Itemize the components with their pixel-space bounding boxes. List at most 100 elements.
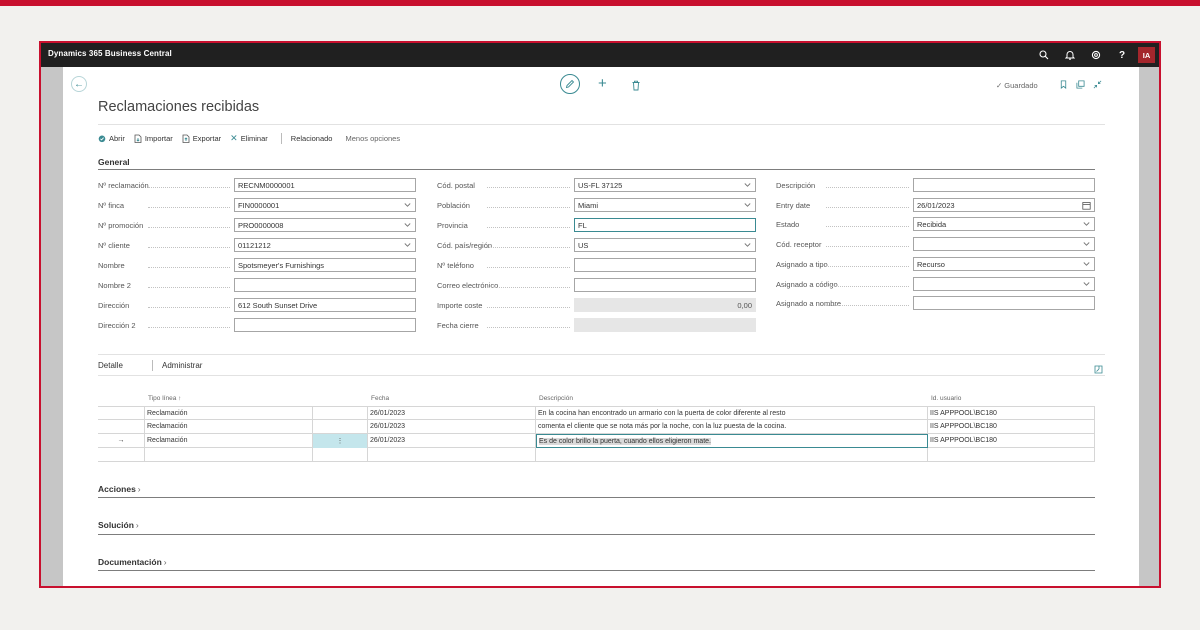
row-marker-text: → xyxy=(117,437,125,444)
field-input[interactable] xyxy=(913,237,1095,252)
field-input[interactable]: FIN0000001 xyxy=(234,198,416,212)
chevron-down-icon[interactable] xyxy=(1083,241,1090,247)
field-input[interactable]: 01121212 xyxy=(234,238,416,252)
cell-description[interactable]: Es de color brillo la puerta, cuando ell… xyxy=(536,434,928,448)
bookmark-icon[interactable] xyxy=(1058,79,1068,89)
fasttab-actions[interactable]: Acciones › xyxy=(98,484,141,494)
cell-user[interactable] xyxy=(928,448,1095,462)
import-button[interactable]: Importar xyxy=(134,134,173,143)
table-row[interactable]: → Reclamación ⋮ 26/01/2023 Es de color brill… xyxy=(98,434,1095,448)
column-header-type[interactable]: Tipo línea ↑ xyxy=(148,395,181,402)
chevron-down-icon[interactable] xyxy=(1083,261,1090,267)
cell-type[interactable]: Reclamación xyxy=(145,407,313,421)
column-header-user[interactable]: Id. usuario xyxy=(931,395,961,402)
avatar[interactable]: IA xyxy=(1138,47,1155,63)
back-arrow-icon[interactable]: ← xyxy=(71,76,87,92)
cell-type[interactable] xyxy=(145,448,313,462)
field-label: Entry date xyxy=(776,200,811,210)
chevron-down-icon[interactable] xyxy=(744,242,751,248)
row-marker[interactable]: → xyxy=(98,434,145,448)
collapse-icon[interactable] xyxy=(1092,79,1102,89)
column-header-description[interactable]: Descripción xyxy=(539,395,573,402)
fasttab-solution[interactable]: Solución › xyxy=(98,520,139,530)
field-input[interactable]: 612 South Sunset Drive xyxy=(234,298,416,312)
fasttab-divider xyxy=(98,497,1095,498)
field-input[interactable]: Miami xyxy=(574,198,756,212)
table-row[interactable]: Reclamación 26/01/2023 En la cocina han en… xyxy=(98,406,1095,421)
field-value: RECNM0000001 xyxy=(238,181,295,190)
field-input[interactable] xyxy=(234,318,416,332)
field-input[interactable] xyxy=(913,296,1095,311)
field-label: Nombre 2 xyxy=(98,281,131,290)
chevron-down-icon[interactable] xyxy=(1083,281,1090,287)
bell-icon[interactable] xyxy=(1060,47,1080,63)
general-section-heading[interactable]: General xyxy=(98,157,130,167)
checkmark-icon: ✓ xyxy=(996,81,1003,90)
related-menu[interactable]: Relacionado xyxy=(291,134,333,143)
chevron-down-icon[interactable] xyxy=(1083,221,1090,227)
row-marker[interactable] xyxy=(98,407,145,421)
cell-user[interactable]: IIS APPPOOL\BC180 xyxy=(928,407,1095,421)
field-label: Fecha cierre xyxy=(437,321,479,330)
cell-date[interactable]: 26/01/2023 xyxy=(368,420,536,434)
table-row[interactable] xyxy=(98,448,1095,462)
row-menu-button[interactable] xyxy=(313,407,368,421)
cell-date[interactable]: 26/01/2023 xyxy=(368,407,536,421)
new-plus-icon[interactable]: + xyxy=(598,76,607,91)
row-menu-button[interactable] xyxy=(313,420,368,434)
field-label: Provincia xyxy=(437,221,468,230)
open-button[interactable]: Abrir xyxy=(98,134,125,143)
delete-trash-icon[interactable] xyxy=(631,78,641,91)
field-input[interactable]: Recurso xyxy=(913,256,1095,271)
gear-icon[interactable] xyxy=(1086,47,1106,63)
field-input[interactable]: Recibida xyxy=(913,217,1095,232)
chevron-down-icon[interactable] xyxy=(404,222,411,228)
cell-type[interactable]: Reclamación xyxy=(145,420,313,434)
field-input[interactable]: RECNM0000001 xyxy=(234,178,416,192)
field-value: FL xyxy=(578,221,587,230)
field-input[interactable] xyxy=(574,258,756,272)
field-input[interactable]: Spotsmeyer's Furnishings xyxy=(234,258,416,272)
chevron-down-icon[interactable] xyxy=(404,202,411,208)
field-input[interactable]: 26/01/2023 xyxy=(913,197,1095,212)
search-icon[interactable] xyxy=(1034,47,1054,63)
expand-icon[interactable] xyxy=(1094,361,1103,374)
field-input xyxy=(574,318,756,332)
field-input[interactable] xyxy=(913,178,1095,192)
row-menu-button[interactable] xyxy=(313,448,368,462)
field-input[interactable]: US-FL 37125 xyxy=(574,178,756,192)
cell-description[interactable]: comenta el cliente que se nota más por l… xyxy=(536,420,928,434)
cell-description[interactable]: En la cocina han encontrado un armario c… xyxy=(536,407,928,421)
field-input[interactable] xyxy=(574,278,756,292)
row-marker[interactable] xyxy=(98,420,145,434)
edit-pencil-icon[interactable] xyxy=(560,74,580,94)
chevron-down-icon[interactable] xyxy=(744,202,751,208)
cell-description[interactable] xyxy=(536,448,928,462)
delete-button[interactable]: ✕ Eliminar xyxy=(230,133,268,144)
field-input[interactable]: US xyxy=(574,238,756,252)
fasttab-documentation[interactable]: Documentación › xyxy=(98,557,167,567)
cell-user[interactable]: IIS APPPOOL\BC180 xyxy=(928,420,1095,434)
open-new-window-icon[interactable] xyxy=(1075,79,1085,89)
export-button[interactable]: Exportar xyxy=(182,134,221,143)
field-input[interactable] xyxy=(234,278,416,292)
field-input: 0,00 xyxy=(574,298,756,312)
cell-date[interactable]: 26/01/2023 xyxy=(368,434,536,448)
field-input[interactable]: PRO0000008 xyxy=(234,218,416,232)
row-marker[interactable] xyxy=(98,448,145,462)
cell-type[interactable]: Reclamación xyxy=(145,434,313,448)
cell-user[interactable]: IIS APPPOOL\BC180 xyxy=(928,434,1095,448)
tab-manage[interactable]: Administrar xyxy=(162,361,202,370)
fewer-options-button[interactable]: Menos opciones xyxy=(345,134,400,143)
field-input[interactable]: FL xyxy=(574,218,756,232)
field-input[interactable] xyxy=(913,276,1095,291)
help-icon[interactable]: ? xyxy=(1112,47,1132,63)
tab-detail[interactable]: Detalle xyxy=(98,361,123,370)
table-row[interactable]: Reclamación 26/01/2023 comenta el cliente … xyxy=(98,420,1095,434)
column-header-date[interactable]: Fecha xyxy=(371,395,389,402)
chevron-down-icon[interactable] xyxy=(744,182,751,188)
calendar-icon[interactable] xyxy=(1082,201,1091,210)
cell-date[interactable] xyxy=(368,448,536,462)
chevron-down-icon[interactable] xyxy=(404,242,411,248)
row-menu-button[interactable]: ⋮ xyxy=(313,434,368,448)
